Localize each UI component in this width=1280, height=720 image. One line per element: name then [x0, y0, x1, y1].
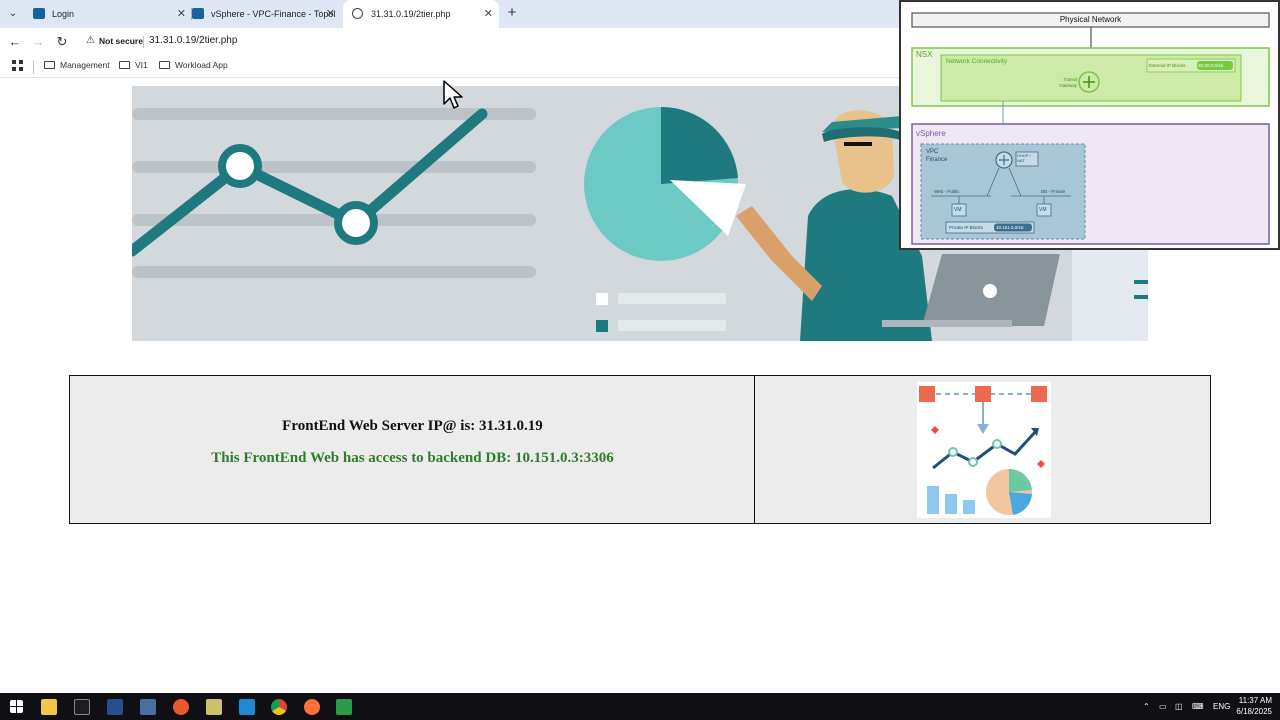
server-info-cell: FrontEnd Web Server IP@ is: 31.31.0.19 T…: [70, 376, 755, 523]
vscode-icon[interactable]: [239, 699, 255, 715]
vmware-favicon-icon: [192, 8, 204, 19]
back-arrow-icon[interactable]: ←: [6, 33, 24, 51]
analytics-icon-image: [917, 382, 1051, 518]
network-connectivity-label: Network Connectivity: [946, 58, 1008, 65]
chevron-up-icon[interactable]: ⌃: [1143, 693, 1150, 720]
tab-title: vSphere - VPC-Finance - Topol: [211, 9, 336, 19]
reload-icon[interactable]: ↻: [53, 33, 71, 51]
network-icon[interactable]: ▭: [1159, 693, 1167, 720]
windows-start-icon[interactable]: [10, 700, 23, 713]
forward-arrow-icon[interactable]: →: [29, 33, 47, 51]
server-info-table: FrontEnd Web Server IP@ is: 31.31.0.19 T…: [69, 375, 1211, 524]
keyboard-icon[interactable]: ⌨: [1192, 693, 1204, 720]
web-public-label: Web - Public: [934, 189, 960, 194]
frontend-ip-text: FrontEnd Web Server IP@ is: 31.31.0.19: [282, 418, 543, 434]
language-indicator[interactable]: ENG: [1213, 693, 1230, 720]
apps-grid-icon[interactable]: [12, 60, 23, 71]
powershell-icon[interactable]: [107, 699, 123, 715]
external-ip-label: External IP Blocks: [1149, 63, 1186, 68]
globe-icon: [352, 8, 363, 19]
firefox-icon[interactable]: [304, 699, 320, 715]
folder-icon: [44, 61, 55, 69]
vmware-favicon-icon: [33, 8, 45, 19]
illustration-cell: [755, 376, 1210, 523]
tab-title: 31.31.0.19/2tier.php: [371, 9, 451, 19]
clock-time: 11:37 AM: [1238, 696, 1272, 705]
notepad-plus-icon[interactable]: [336, 699, 352, 715]
address-bar[interactable]: ⚠ Not secure 31.31.0.19/2tier.php: [80, 31, 910, 53]
db-private-label: DB - Private: [1041, 189, 1066, 194]
terminal-icon[interactable]: [74, 699, 90, 715]
tab-2tier[interactable]: 31.31.0.19/2tier.php ✕: [343, 0, 499, 28]
physical-network-label: Physical Network: [1059, 15, 1122, 24]
warning-icon[interactable]: ⚠: [86, 35, 95, 46]
app-red-icon[interactable]: [173, 699, 189, 715]
vpc-name: Finance: [926, 157, 948, 163]
backend-db-text: This FrontEnd Web has access to backend …: [211, 450, 614, 466]
private-ip-label: Private IP Blocks: [949, 225, 983, 230]
bookmark-workload-app[interactable]: Workload App: [159, 60, 228, 70]
external-ip-value: 30.30.0.0/16: [1198, 63, 1224, 68]
close-tab-icon[interactable]: ✕: [484, 0, 493, 28]
tab-vsphere[interactable]: vSphere - VPC-Finance - Topol ✕: [183, 0, 341, 28]
bookmark-management[interactable]: Management: [44, 60, 110, 70]
tab-search-chevron-icon[interactable]: ⌄: [5, 6, 21, 22]
nsx-label: NSX: [916, 50, 933, 59]
private-ip-value: 10.151.0.0/16: [996, 225, 1024, 230]
vsphere-label: vSphere: [916, 129, 946, 138]
volume-icon[interactable]: ◫: [1175, 693, 1183, 720]
transit-gateway-label: Transit Gateway: [1059, 77, 1077, 88]
topology-diagram-overlay: Physical Network NSX Network Connectivit…: [899, 0, 1280, 250]
windows-taskbar: ⌃ ▭ ◫ ⌨ ENG 11:37 AM 6/18/2025: [0, 693, 1280, 720]
vm-web-label: VM: [954, 207, 962, 213]
network-tool-icon[interactable]: [140, 699, 156, 715]
file-explorer-icon[interactable]: [41, 699, 57, 715]
mouse-pointer-icon: [443, 80, 463, 115]
close-tab-icon[interactable]: ✕: [326, 0, 335, 28]
app-yellow-icon[interactable]: [206, 699, 222, 715]
chrome-icon[interactable]: [271, 699, 287, 715]
url-text[interactable]: 31.31.0.19/2tier.php: [149, 35, 237, 46]
folder-icon: [159, 61, 170, 69]
folder-icon: [119, 61, 130, 69]
vpc-label: VPC: [926, 149, 939, 155]
clock-date: 6/18/2025: [1236, 707, 1272, 716]
tab-title: Login: [52, 9, 75, 19]
vm-db-label: VM: [1039, 207, 1047, 213]
tab-login[interactable]: Login ✕: [24, 0, 192, 28]
dhcp-nat-label: DHCP / NAT: [1017, 153, 1031, 163]
security-label[interactable]: Not secure: [99, 36, 143, 46]
new-tab-icon[interactable]: +: [504, 4, 520, 21]
bookmark-vi1[interactable]: VI1: [119, 60, 148, 70]
system-clock[interactable]: 11:37 AM 6/18/2025: [1232, 695, 1272, 717]
